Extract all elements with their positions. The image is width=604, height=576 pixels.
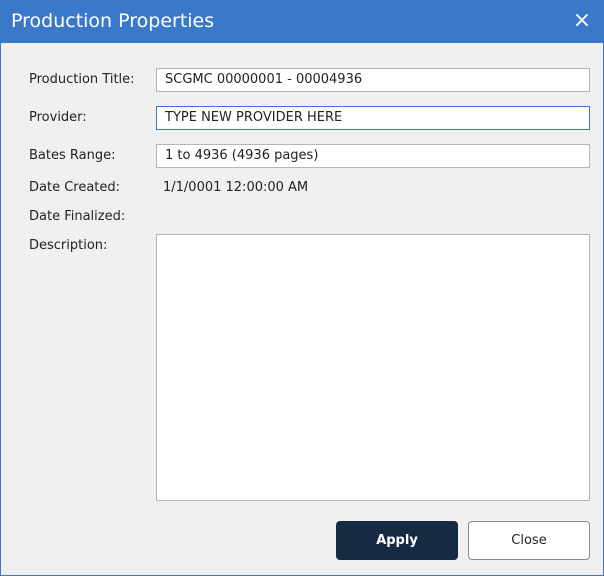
title-bar: Production Properties × [1, 1, 603, 43]
date-created-label: Date Created: [29, 180, 121, 195]
dialog-title: Production Properties [11, 10, 215, 32]
production-properties-dialog: Production Properties × Production Title… [0, 0, 604, 576]
date-created-value: 1/1/0001 12:00:00 AM [163, 180, 309, 195]
date-finalized-label: Date Finalized: [29, 209, 126, 224]
description-label: Description: [29, 238, 108, 253]
apply-button[interactable]: Apply [336, 521, 458, 560]
provider-label: Provider: [29, 110, 87, 125]
production-title-label: Production Title: [29, 72, 135, 87]
bates-range-label: Bates Range: [29, 148, 116, 163]
description-field[interactable] [156, 234, 590, 501]
close-icon[interactable]: × [567, 6, 597, 36]
provider-field[interactable]: TYPE NEW PROVIDER HERE [156, 106, 590, 130]
bates-range-field[interactable]: 1 to 4936 (4936 pages) [156, 144, 590, 168]
production-title-field[interactable]: SCGMC 00000001 - 00004936 [156, 68, 590, 92]
close-button[interactable]: Close [468, 521, 590, 560]
